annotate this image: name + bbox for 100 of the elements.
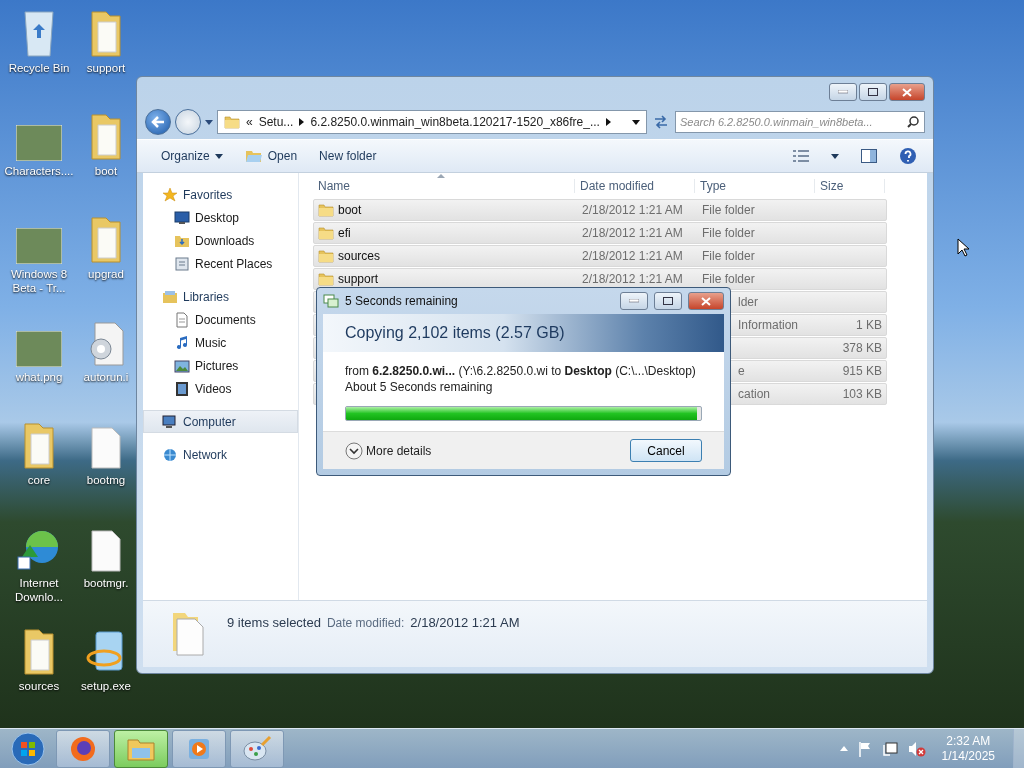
address-bar[interactable]: « Setu... 6.2.8250.0.winmain_win8beta.120217-1520_x86fre_... [217,110,647,134]
help-icon[interactable] [899,147,917,165]
preview-pane-icon[interactable] [861,149,877,163]
mouse-cursor-icon [957,238,969,257]
chevron-icon[interactable] [299,118,305,126]
file-name: boot [338,203,362,217]
nav-item[interactable]: Documents [143,308,298,331]
column-header[interactable]: Size [815,179,885,193]
close-button[interactable] [889,83,925,101]
nav-item[interactable]: Downloads [143,229,298,252]
size-cell-text: 103 KB [841,387,883,401]
file-row[interactable]: support 2/18/2012 1:21 AM File folder [313,268,887,290]
desktop-icon-label[interactable]: support [86,61,126,75]
view-options-icon[interactable] [793,150,809,162]
chevron-up-icon[interactable] [839,746,848,751]
flag-icon[interactable] [857,740,872,757]
nav-item[interactable]: Favorites [143,183,298,206]
paint-palette-icon [242,734,272,763]
close-icon [701,296,711,306]
dialog-title: 5 Seconds remaining [345,294,459,308]
toolbar-button[interactable]: New folder [319,149,377,163]
time-remaining: About 5 Seconds remaining [345,380,494,394]
nav-item[interactable]: Libraries [143,285,298,308]
date-cell-text: 2/18/2012 1:21 AM [581,226,684,240]
chevron-icon[interactable] [605,118,611,126]
caret-icon[interactable] [205,119,213,125]
desktop-icon-label[interactable]: core [27,473,51,487]
network-icon[interactable] [881,740,898,757]
file-name: support [338,272,379,286]
type-cell-text: File folder [701,272,756,286]
type-cell-text: e [737,364,746,378]
desktop-icon-label[interactable]: bootmgr. [83,576,129,590]
nav-item[interactable]: Music [143,331,298,354]
speaker-muted-icon[interactable] [907,740,926,757]
search-field[interactable]: Search 6.2.8250.0.winmain_win8beta... [675,111,925,133]
date-cell-text: 2/18/2012 1:21 AM [581,249,684,263]
file-name: sources [338,249,381,263]
type-cell-text: File folder [701,203,756,217]
desktop-icon-label[interactable]: sources [18,679,60,693]
minimize-icon [629,299,639,303]
pictures-icon [174,357,190,374]
date-cell-text: 2/18/2012 1:21 AM [581,203,684,217]
type-cell-text: File folder [701,226,756,240]
nav-item[interactable]: Network [143,443,298,466]
search-icon [907,116,919,128]
folder-icon [21,420,57,470]
caret-icon[interactable] [632,119,640,125]
toolbar-button[interactable]: Organize [161,149,223,163]
type-cell-text: Information [737,318,800,332]
forward-button[interactable] [175,109,201,135]
date-modified-label: Date modified: [326,616,405,630]
desktop-icon-label[interactable]: Internet Downlo... [0,576,78,604]
close-icon [902,87,912,97]
document-icon [90,426,122,470]
minimize-button[interactable] [829,83,857,101]
folder-icon [88,214,124,264]
star-icon [162,186,178,203]
network-icon [162,446,178,463]
settings-file-icon [87,321,125,367]
column-header[interactable]: Type [695,179,815,193]
more-details-button[interactable]: More details [345,441,432,460]
maximize-button[interactable] [654,292,682,310]
column-header[interactable]: Date modified [575,179,695,193]
file-row[interactable]: efi 2/18/2012 1:21 AM File folder [313,222,887,244]
type-cell-text: cation [737,387,772,401]
folder-icon [224,115,240,129]
music-note-icon [174,334,190,351]
type-cell-text: File folder [701,249,756,263]
maximize-icon [868,88,878,96]
arrow-left-icon [151,116,165,128]
maximize-icon [663,297,673,305]
nav-item[interactable]: Computer [143,410,298,433]
desktop-icon-label[interactable]: bootmg [86,473,126,487]
nav-item[interactable]: Videos [143,377,298,400]
desktop-icon-label[interactable]: Recycle Bin [8,61,70,75]
recent-places-icon [174,255,190,272]
file-row[interactable]: boot 2/18/2012 1:21 AM File folder [313,199,887,221]
minimize-button[interactable] [620,292,648,310]
photo-placeholder [16,125,62,161]
folder-icon [318,249,334,263]
photo-placeholder [16,331,62,367]
folder-open-icon [244,149,263,163]
folder-icon [88,111,124,161]
column-header[interactable]: Name [313,179,575,193]
toolbar-button[interactable]: Open [244,149,298,163]
library-icon [162,288,178,305]
nav-item[interactable]: Desktop [143,206,298,229]
nav-item[interactable]: Pictures [143,354,298,377]
cancel-button[interactable]: Cancel [630,439,702,462]
caret-icon[interactable] [831,153,839,159]
taskbar-app-button[interactable] [56,729,110,768]
taskbar-app-button[interactable] [114,729,168,768]
nav-item[interactable]: Recent Places [143,252,298,275]
close-button[interactable] [688,292,724,310]
desktop-icon-label[interactable]: setup.exe [81,679,131,693]
copy-route: from 6.2.8250.0.wi... (Y:\6.2.8250.0.wi to Desktop (C:\...\Desktop) [345,364,697,378]
documents-icon [174,311,190,328]
file-row[interactable]: sources 2/18/2012 1:21 AM File folder [313,245,887,267]
maximize-button[interactable] [859,83,887,101]
back-button[interactable] [145,109,171,135]
